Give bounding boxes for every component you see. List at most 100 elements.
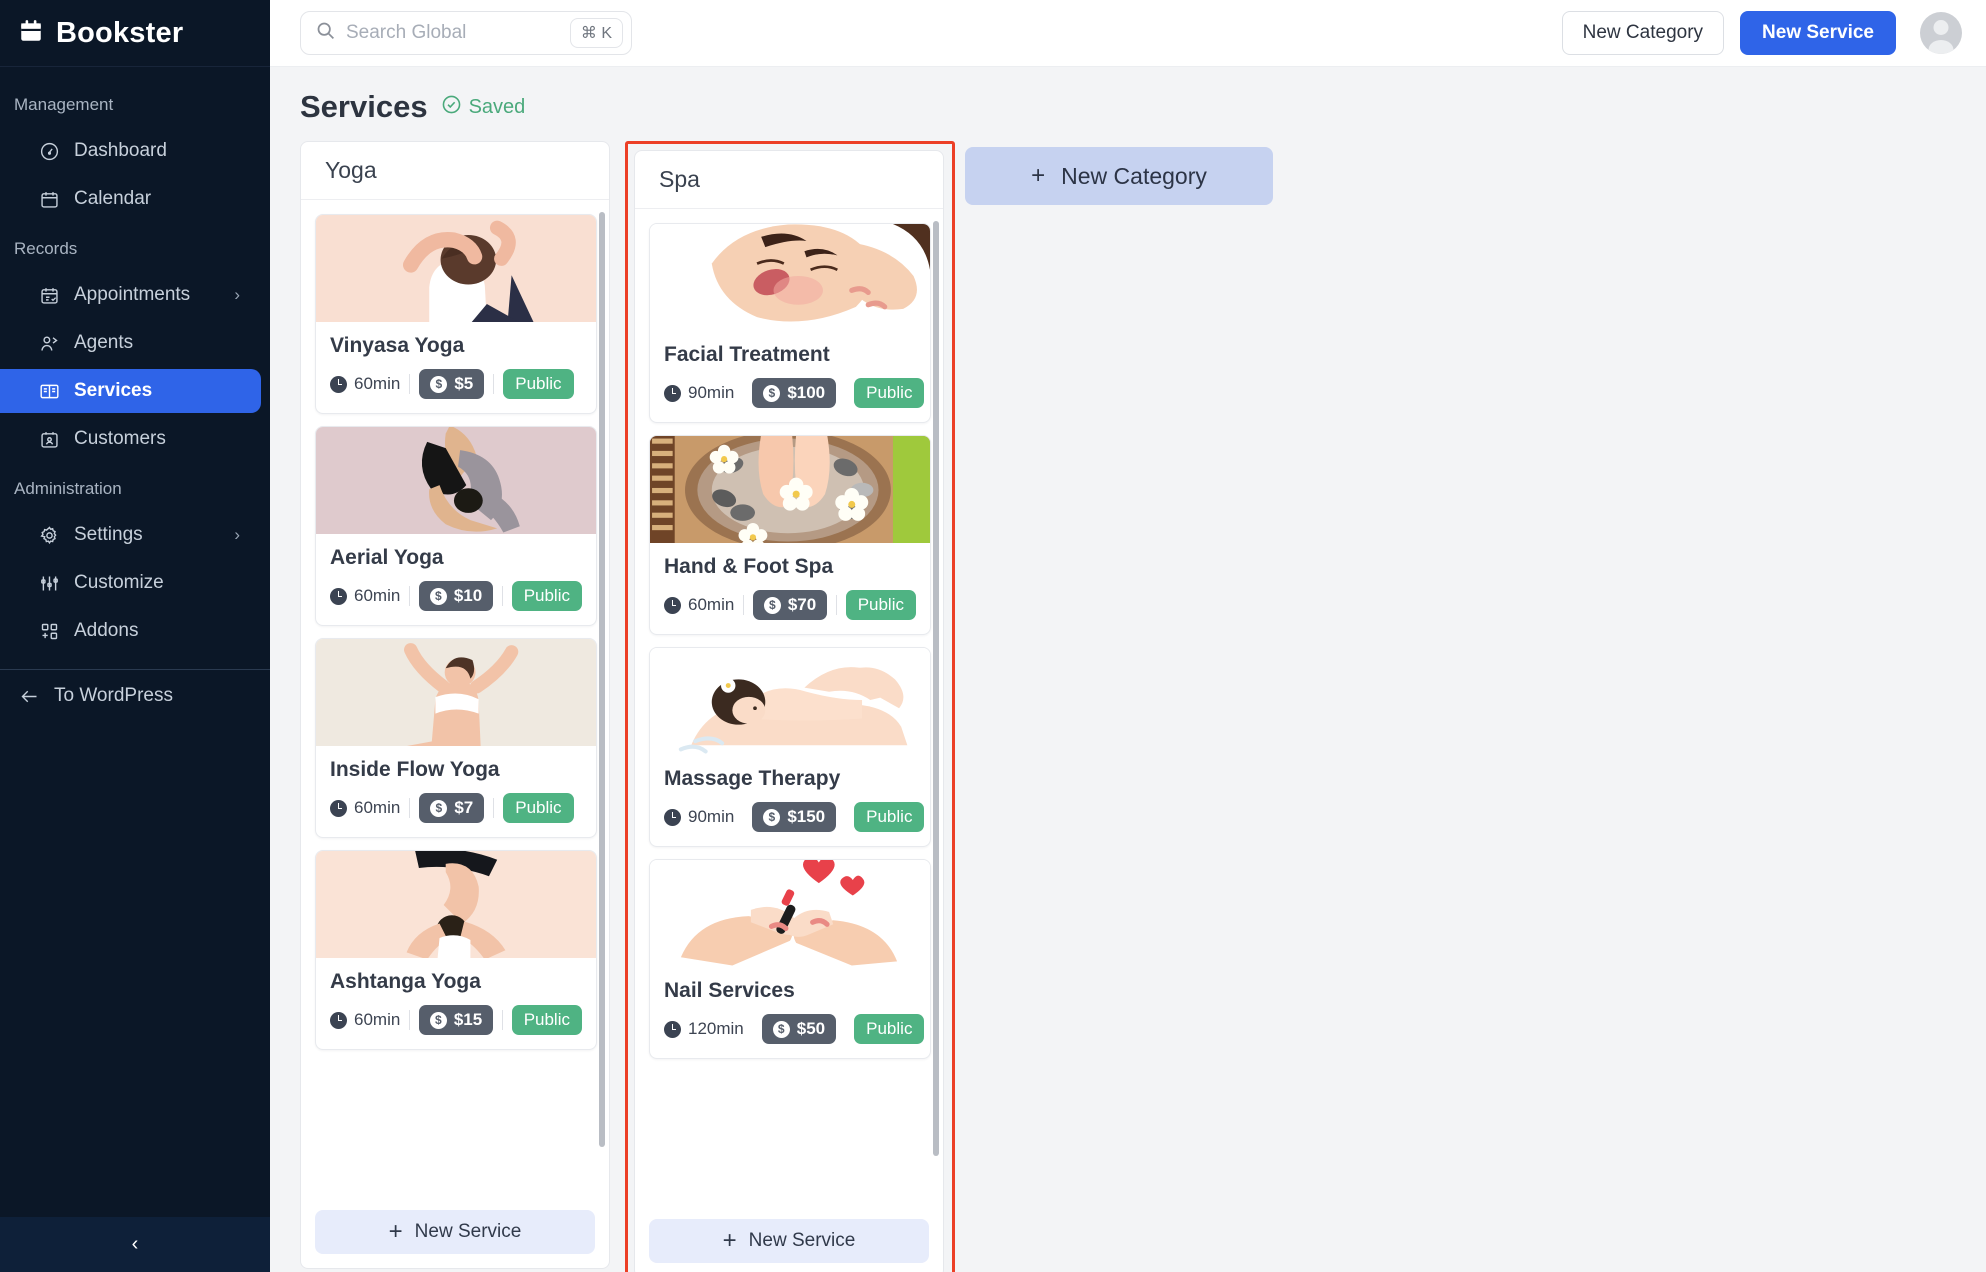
price-label: $150 (787, 807, 826, 826)
visibility-badge: Public (503, 369, 574, 399)
service-card[interactable]: Hand & Foot Spa 60min $ $70 Public (649, 435, 931, 635)
check-circle-icon (441, 94, 462, 121)
price-label: $70 (787, 595, 817, 614)
service-price: $ $50 (761, 1014, 837, 1044)
sidebar-item-customize[interactable]: Customize (0, 561, 262, 605)
sidebar-item-dashboard[interactable]: Dashboard (0, 129, 262, 173)
sidebar-collapse-button[interactable]: ‹ (0, 1217, 270, 1272)
service-meta: 90min $ $100 Public (664, 378, 925, 408)
arrow-left-icon (18, 685, 40, 707)
service-card[interactable]: Nail Services 120min $ $50 Public (649, 859, 931, 1059)
to-wordpress-link[interactable]: To WordPress (0, 670, 270, 722)
new-category-board-button[interactable]: + New Category (965, 147, 1273, 205)
service-title: Facial Treatment (664, 343, 830, 366)
service-image (650, 860, 930, 967)
service-price: $ $5 (419, 369, 485, 399)
service-card[interactable]: Aerial Yoga 60min $ $10 Public (315, 426, 597, 626)
duration-label: 90min (688, 383, 735, 402)
service-title: Ashtanga Yoga (330, 970, 481, 993)
service-image (316, 427, 596, 534)
dollar-icon: $ (430, 375, 448, 393)
duration-label: 60min (688, 595, 735, 614)
services-board: Yoga Vinyasa Yoga 60min $ $5 Public Aeri… (300, 141, 1986, 1272)
new-service-label: New Service (748, 1230, 856, 1251)
sidebar-item-calendar[interactable]: Calendar (0, 177, 262, 221)
service-duration: 60min (330, 1010, 400, 1030)
dollar-icon: $ (772, 1020, 790, 1038)
service-meta: 60min $ $5 Public (330, 369, 582, 399)
search-icon (315, 20, 336, 46)
service-duration: 60min (330, 586, 400, 606)
avatar[interactable] (1920, 12, 1962, 54)
service-card-body: Vinyasa Yoga 60min $ $5 Public (316, 322, 596, 413)
new-service-button-yoga[interactable]: + New Service (315, 1210, 595, 1254)
dollar-icon: $ (763, 384, 781, 402)
meta-divider (836, 595, 837, 615)
clock-icon (330, 375, 347, 393)
gear-icon (38, 524, 60, 546)
meta-divider (409, 798, 411, 818)
sidebar-item-customers[interactable]: Customers (0, 417, 262, 461)
column-wrapper-yoga: Yoga Vinyasa Yoga 60min $ $5 Public Aeri… (300, 141, 620, 1269)
service-card-body: Inside Flow Yoga 60min $ $7 Public (316, 746, 596, 837)
service-image (316, 639, 596, 746)
meta-divider (502, 586, 503, 606)
service-card-body: Facial Treatment 90min $ $100 Public (650, 331, 930, 422)
service-meta: 60min $ $15 Public (330, 1005, 582, 1035)
status-label: Saved (468, 95, 526, 118)
search-placeholder: Search Global (346, 22, 467, 43)
meta-divider (409, 1010, 410, 1030)
visibility-badge: Public (845, 590, 916, 620)
dollar-icon: $ (763, 808, 781, 826)
dollar-icon: $ (430, 799, 448, 817)
service-meta: 60min $ $7 Public (330, 793, 582, 823)
column-footer: + New Service (301, 1202, 609, 1268)
price-label: $50 (796, 1019, 826, 1038)
service-meta: 90min $ $150 Public (664, 802, 925, 832)
sidebar-item-services[interactable]: Services (0, 369, 261, 413)
status-badge: Saved (441, 94, 526, 121)
visibility-badge: Public (854, 378, 925, 408)
column-scrollbar[interactable] (933, 221, 939, 1156)
sidebar-item-appointments[interactable]: Appointments › (0, 273, 262, 317)
column-wrapper-spa-highlighted: Spa Facial Treatment 90min $ $100 Public… (625, 141, 955, 1272)
sidebar-section-management: Management (14, 95, 114, 114)
sidebar-item-label: Addons (74, 620, 139, 641)
meta-divider (743, 595, 744, 615)
contact-card-icon (38, 428, 60, 450)
dollar-icon: $ (429, 1011, 447, 1029)
service-card[interactable]: Facial Treatment 90min $ $100 Public (649, 223, 931, 423)
new-service-button[interactable]: New Service (1740, 11, 1896, 55)
service-price: $ $15 (418, 1005, 494, 1035)
clock-icon (330, 1011, 347, 1029)
service-card-body: Ashtanga Yoga 60min $ $15 Public (316, 958, 596, 1049)
sidebar: Bookster Management Dashboard Calendar R… (0, 0, 270, 1272)
brand-logo[interactable]: Bookster (0, 0, 270, 67)
price-label: $15 (453, 1010, 483, 1029)
sidebar-item-settings[interactable]: Settings › (0, 513, 262, 557)
visibility-badge: Public (854, 1014, 925, 1044)
sidebar-section-administration: Administration (14, 479, 122, 498)
new-service-button-spa[interactable]: + New Service (649, 1219, 929, 1263)
service-card[interactable]: Massage Therapy 90min $ $150 Public (649, 647, 931, 847)
main-area: Search Global ⌘ K New Category New Servi… (270, 0, 1986, 1272)
new-category-button[interactable]: New Category (1561, 11, 1725, 55)
new-service-label: New Service (414, 1221, 522, 1242)
sidebar-item-label: Services (74, 380, 153, 401)
service-meta: 60min $ $10 Public (330, 581, 582, 611)
service-card[interactable]: Inside Flow Yoga 60min $ $7 Public (315, 638, 597, 838)
service-image (650, 224, 930, 331)
service-title: Aerial Yoga (330, 546, 444, 569)
meta-divider (493, 798, 495, 818)
service-card[interactable]: Ashtanga Yoga 60min $ $15 Public (315, 850, 597, 1050)
users-icon (38, 332, 60, 354)
service-price: $ $100 (752, 378, 837, 408)
page-header: Services Saved (300, 89, 1986, 125)
service-title: Massage Therapy (664, 767, 841, 790)
plus-icon: + (388, 1218, 403, 1245)
service-card[interactable]: Vinyasa Yoga 60min $ $5 Public (315, 214, 597, 414)
sidebar-item-agents[interactable]: Agents (0, 321, 262, 365)
sidebar-item-addons[interactable]: Addons (0, 609, 262, 653)
column-scrollbar[interactable] (599, 212, 605, 1147)
search-input[interactable]: Search Global ⌘ K (300, 11, 632, 55)
